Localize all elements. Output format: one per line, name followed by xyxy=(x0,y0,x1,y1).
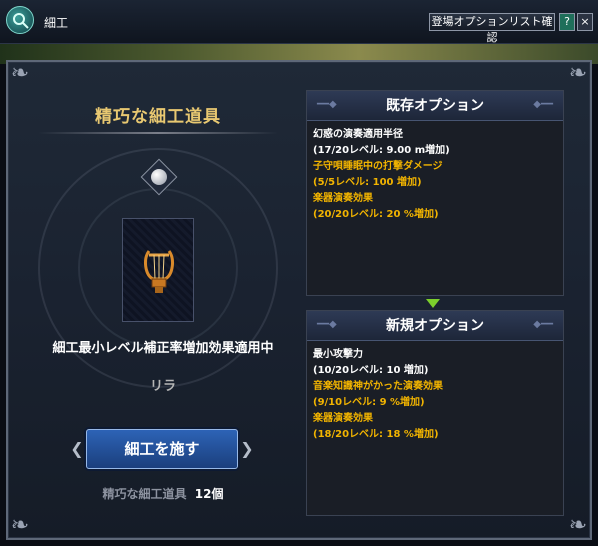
option-line: (17/20レベル: 9.00 m増加) xyxy=(313,145,450,156)
corner-ornament-icon: ❧ xyxy=(568,61,588,86)
button-ornament-icon: ❮ xyxy=(70,439,84,458)
item-title: 精巧な細工道具 xyxy=(95,107,221,127)
option-line: (20/20レベル: 20 %増加) xyxy=(313,209,439,220)
help-icon[interactable]: ? xyxy=(559,13,575,31)
divider xyxy=(38,132,278,134)
button-ornament-icon: ❯ xyxy=(240,439,254,458)
search-icon xyxy=(6,6,34,34)
corner-ornament-icon: ❧ xyxy=(568,513,588,538)
new-options-box: ━━◆ 新規オプション ◆━━ 最小攻撃力 (10/20レベル: 10 増加) … xyxy=(306,310,564,516)
existing-options-header: ━━◆ 既存オプション ◆━━ xyxy=(307,91,563,121)
craft-panel: ❧ ❧ ❧ ❧ 精巧な細工道具 細工最小レベル補正率増加効果適用中 リラ ❮ 細… xyxy=(6,60,592,540)
arrow-down-icon xyxy=(426,299,440,308)
option-line: (10/20レベル: 10 増加) xyxy=(313,365,429,376)
close-icon[interactable]: × xyxy=(577,13,593,31)
corner-ornament-icon: ❧ xyxy=(10,61,30,86)
ornament-icon: ◆━━ xyxy=(533,319,553,330)
material-count: 12個 xyxy=(194,487,224,501)
option-list-button[interactable]: 登場オプションリスト確認 xyxy=(429,13,555,44)
option-line: (5/5レベル: 100 増加) xyxy=(313,177,422,188)
option-line: 幻惑の演奏適用半径 xyxy=(313,129,403,140)
window-titlebar: 細工 登場オプションリスト確認 ? × xyxy=(0,0,598,44)
option-line: 音楽知識神がかった演奏効果 xyxy=(313,381,443,392)
existing-options-list: 幻惑の演奏適用半径 (17/20レベル: 9.00 m増加) 子守唄睡眠中の打撃… xyxy=(307,121,563,223)
lyre-icon xyxy=(144,250,174,293)
option-line: (18/20レベル: 18 %増加) xyxy=(313,429,439,440)
option-line: 子守唄睡眠中の打撃ダメージ xyxy=(313,161,443,172)
item-slot[interactable] xyxy=(122,218,194,322)
option-line: 最小攻撃力 xyxy=(313,349,363,360)
effect-text: 細工最小レベル補正率増加効果適用中 xyxy=(52,341,274,356)
existing-options-box: ━━◆ 既存オプション ◆━━ 幻惑の演奏適用半径 (17/20レベル: 9.0… xyxy=(306,90,564,296)
option-line: 楽器演奏効果 xyxy=(313,413,373,424)
craft-button[interactable]: 細工を施す xyxy=(86,429,238,469)
gem-icon xyxy=(151,169,167,185)
window-title: 細工 xyxy=(44,16,69,30)
item-name: リラ xyxy=(149,379,176,394)
option-line: (9/10レベル: 9 %増加) xyxy=(313,397,425,408)
corner-ornament-icon: ❧ xyxy=(10,513,30,538)
option-line: 楽器演奏効果 xyxy=(313,193,373,204)
material-name: 精巧な細工道具 xyxy=(102,487,187,501)
material-line: 精巧な細工道具 12個 xyxy=(28,485,298,502)
new-options-header: ━━◆ 新規オプション ◆━━ xyxy=(307,311,563,341)
ornament-icon: ◆━━ xyxy=(533,99,553,110)
new-options-list: 最小攻撃力 (10/20レベル: 10 増加) 音楽知識神がかった演奏効果 (9… xyxy=(307,341,563,443)
